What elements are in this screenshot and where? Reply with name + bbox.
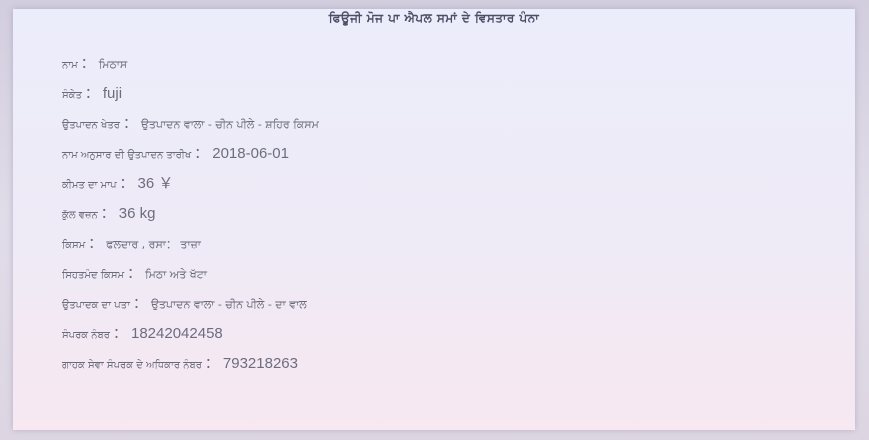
field-value: ਮਿਠਾ ਅਤੇ ਖੱਟਾ [145, 268, 207, 281]
field-separator: ： [127, 266, 142, 282]
field-label: ਨਾਮ ਅਨੁਸਾਰ ਦੀ ਉਤਪਾਦਨ ਤਾਰੀਖ [62, 150, 192, 161]
field-row-price: ਕੀਮਤ ਦਾ ਮਾਪ： 36 ￥ [62, 171, 822, 201]
field-row-production-date: ਨਾਮ ਅਨੁਸਾਰ ਦੀ ਉਤਪਾਦਨ ਤਾਰੀਖ： 2018-06-01 [62, 141, 822, 171]
field-row-phone: ਸੰਪਰਕ ਨੰਬਰ： 18242042458 [62, 321, 822, 351]
detail-fields: ਨਾਮ： ਮਿਠਾਸ ਸੰਕੇਤ： fuji ਉਤਪਾਦਨ ਖੇਤਰ： ਉਤਪਾਦਨ … [62, 51, 822, 381]
field-label: ਗਾਹਕ ਸੇਵਾ ਸੰਪਰਕ ਦੇ ਅਧਿਕਾਰ ਨੰਬਰ [62, 360, 202, 371]
field-separator: ： [84, 86, 99, 102]
field-value: 18242042458 [131, 325, 223, 342]
field-row-origin: ਉਤਪਾਦਨ ਖੇਤਰ： ਉਤਪਾਦਨ ਵਾਲਾ - ਚੀਨ ਪੀਲੇ - ਸ਼ਹ… [62, 111, 822, 141]
field-separator: ： [113, 326, 127, 342]
field-separator: ： [122, 116, 137, 132]
field-value: ਉਤਪਾਦਨ ਵਾਲਾ - ਚੀਨ ਪੀਲੇ - ਸ਼ਹਿਰ ਕਿਸਮ [140, 118, 319, 131]
field-label: ਸਿਹਤਮੰਦ ਕਿਸਮ [62, 270, 125, 281]
field-separator: ： [204, 356, 219, 372]
field-value: ਉਤਪਾਦਨ ਵਾਲਾ - ਚੀਨ ਪੀਲੇ - ਦਾ ਵਾਲ [150, 298, 307, 311]
field-label: ਨਾਮ [62, 60, 78, 71]
field-row-name: ਨਾਮ： ਮਿਠਾਸ [62, 51, 822, 81]
field-separator: ： [194, 146, 209, 162]
field-value: fuji [102, 85, 123, 102]
field-row-type: ਕਿਸਮ： ਫਲਦਾਰ , ਰਸਾ： ਤਾਜ਼ਾ [62, 231, 822, 261]
field-value: ਮਿਠਾਸ [98, 58, 128, 71]
field-row-service-number: ਗਾਹਕ ਸੇਵਾ ਸੰਪਰਕ ਦੇ ਅਧਿਕਾਰ ਨੰਬਰ： 793218263 [62, 351, 822, 381]
field-label: ਕਿਸਮ [62, 240, 86, 251]
field-separator: ： [88, 236, 103, 252]
field-row-weight: ਕੁੱਲ ਵਜ਼ਨ： 36 kg [62, 201, 822, 231]
page-background: ਫਿਊਜੀ ਮੋਜ ਪਾ ਐਪਲ ਸਮਾਂ ਦੇ ਵਿਸਤਾਰ ਪੰਨਾ ਨਾਮ… [0, 0, 869, 440]
page-title: ਫਿਊਜੀ ਮੋਜ ਪਾ ਐਪਲ ਸਮਾਂ ਦੇ ਵਿਸਤਾਰ ਪੰਨਾ [328, 11, 540, 25]
detail-card: ਫਿਊਜੀ ਮੋਜ ਪਾ ਐਪਲ ਸਮਾਂ ਦੇ ਵਿਸਤਾਰ ਪੰਨਾ ਨਾਮ… [13, 9, 855, 430]
field-label: ਸੰਕੇਤ [62, 90, 82, 101]
field-separator: ： [132, 296, 147, 312]
field-value: 36 kg [118, 205, 156, 222]
field-row-code: ਸੰਕੇਤ： fuji [62, 81, 822, 111]
field-label: ਕੁੱਲ ਵਜ਼ਨ [62, 210, 98, 221]
field-value: 793218263 [222, 355, 298, 372]
field-label: ਕੀਮਤ ਦਾ ਮਾਪ [62, 180, 117, 191]
field-label: ਉਤਪਾਦਨ ਖੇਤਰ [62, 120, 120, 131]
field-separator: ： [80, 56, 95, 72]
field-label: ਉਤਪਾਦਕ ਦਾ ਪਤਾ [62, 300, 130, 311]
field-value: 2018-06-01 [212, 145, 289, 162]
field-value: 36 ￥ [137, 175, 174, 192]
field-row-flavor: ਸਿਹਤਮੰਦ ਕਿਸਮ： ਮਿਠਾ ਅਤੇ ਖੱਟਾ [62, 261, 822, 291]
field-label: ਸੰਪਰਕ ਨੰਬਰ [62, 330, 110, 341]
field-row-address: ਉਤਪਾਦਕ ਦਾ ਪਤਾ： ਉਤਪਾਦਨ ਵਾਲਾ - ਚੀਨ ਪੀਲੇ - ਦ… [62, 291, 822, 321]
field-value: ਫਲਦਾਰ , ਰਸਾ： ਤਾਜ਼ਾ [106, 238, 201, 251]
field-separator: ： [100, 206, 115, 222]
field-separator: ： [119, 176, 134, 192]
